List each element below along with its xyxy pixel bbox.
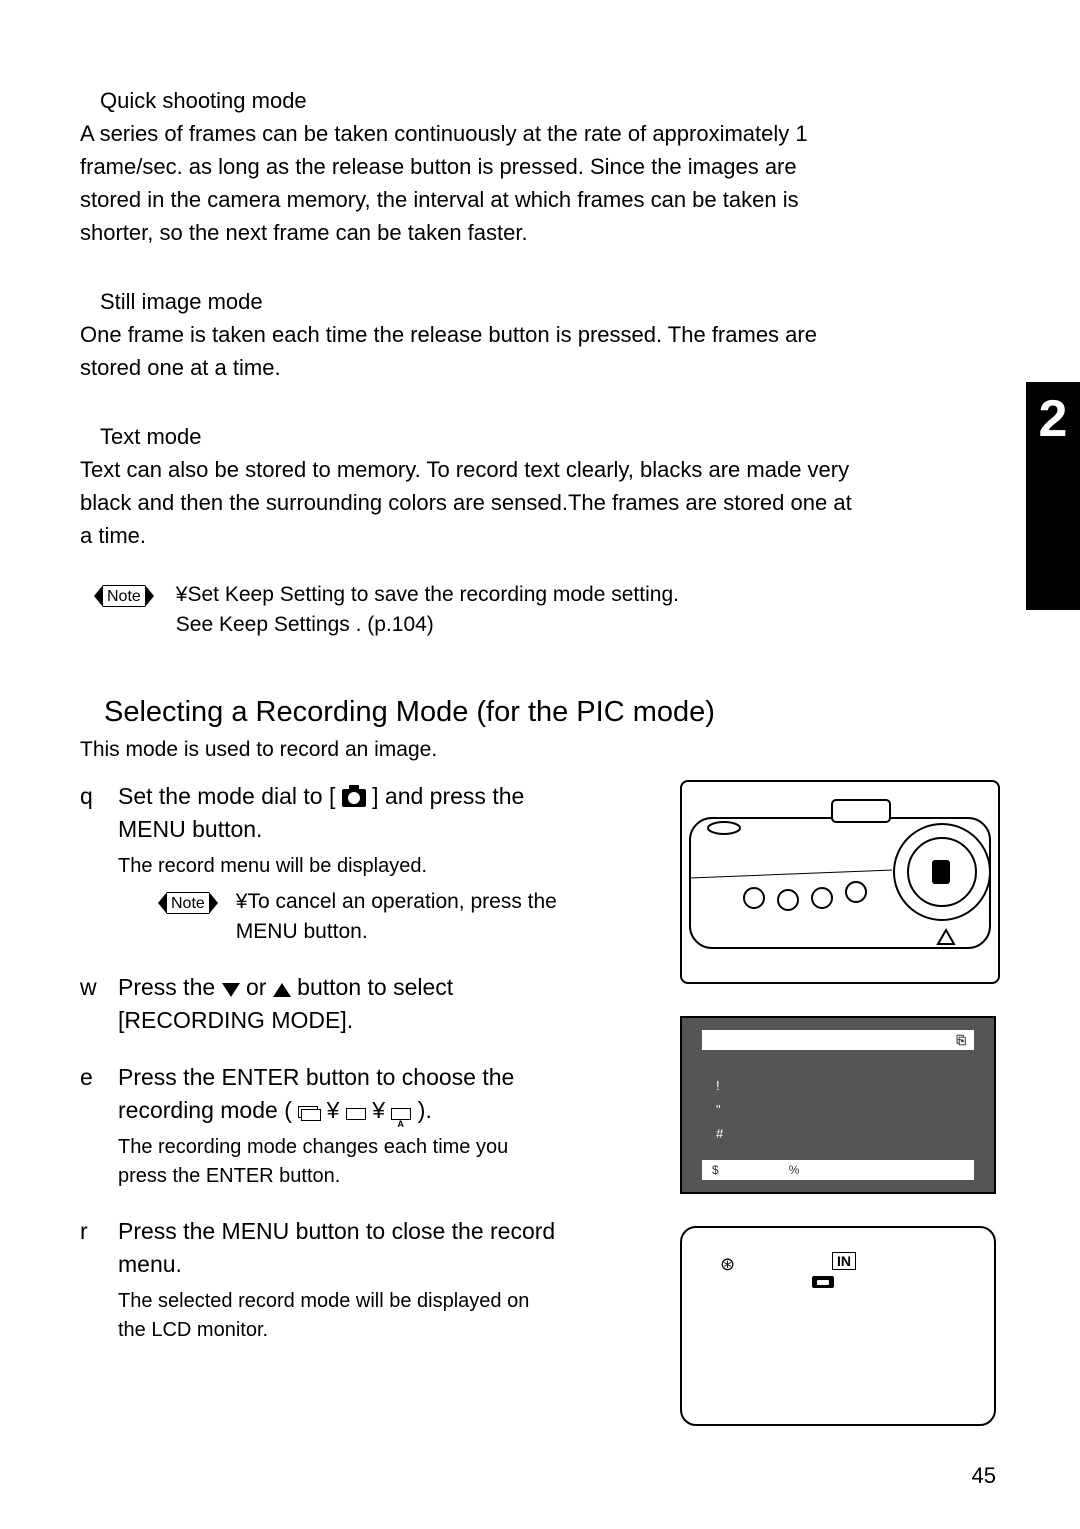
- figure-menu-screen: ⎘ ! " # $ %: [680, 1016, 996, 1194]
- chapter-tab: 2 Basic Shooting: [1026, 382, 1080, 610]
- steps-area: q Set the mode dial to [ ] and press the…: [80, 780, 1000, 1426]
- note-text: ¥Set Keep Setting to save the recording …: [176, 580, 679, 640]
- still-mode-icon: [346, 1108, 366, 1120]
- manual-page: 2 Basic Shooting Quick shooting mode A s…: [0, 0, 1080, 1529]
- step-1: q Set the mode dial to [ ] and press the…: [80, 780, 560, 947]
- text-mode-icon: [391, 1108, 411, 1120]
- section-heading: Selecting a Recording Mode (for the PIC …: [104, 696, 860, 729]
- chapter-number: 2: [1026, 382, 1080, 448]
- still-mode-title: Still image mode: [100, 285, 860, 318]
- arrow-up-icon: [273, 983, 291, 997]
- flash-icon: ⊛: [720, 1254, 735, 1275]
- section-subhead: This mode is used to record an image.: [80, 733, 860, 766]
- recording-mode-indicator-icon: [812, 1276, 834, 1288]
- note-icon: Note: [158, 892, 218, 914]
- still-mode-body: One frame is taken each time the release…: [80, 318, 860, 384]
- body-text: Quick shooting mode A series of frames c…: [80, 84, 860, 766]
- note-icon: Note: [94, 585, 154, 607]
- note-keep-setting: Note ¥Set Keep Setting to save the recor…: [94, 580, 860, 640]
- step-4: r Press the MENU button to close the rec…: [80, 1215, 560, 1345]
- step1-note: Note ¥To cancel an operation, press the …: [158, 887, 560, 947]
- arrow-down-icon: [222, 983, 240, 997]
- steps-column: q Set the mode dial to [ ] and press the…: [80, 780, 560, 1369]
- figure-lcd: ⊛ IN: [680, 1226, 996, 1426]
- quick-mode-body: A series of frames can be taken continuo…: [80, 117, 860, 249]
- figures-column: ⎘ ! " # $ % ⊛ IN: [680, 780, 1000, 1426]
- camera-icon: [342, 789, 366, 807]
- step-3: e Press the ENTER button to choose the r…: [80, 1061, 560, 1191]
- step-2: w Press the or button to select [RECORDI…: [80, 971, 560, 1037]
- page-number: 45: [972, 1463, 996, 1489]
- text-mode-body: Text can also be stored to memory. To re…: [80, 453, 860, 552]
- quick-mode-icon: [298, 1106, 320, 1120]
- internal-memory-icon: IN: [832, 1252, 856, 1270]
- recording-mode-menu-icon: ⎘: [956, 1033, 966, 1048]
- figure-camera: [680, 780, 1000, 984]
- text-mode-title: Text mode: [100, 420, 860, 453]
- quick-mode-title: Quick shooting mode: [100, 84, 860, 117]
